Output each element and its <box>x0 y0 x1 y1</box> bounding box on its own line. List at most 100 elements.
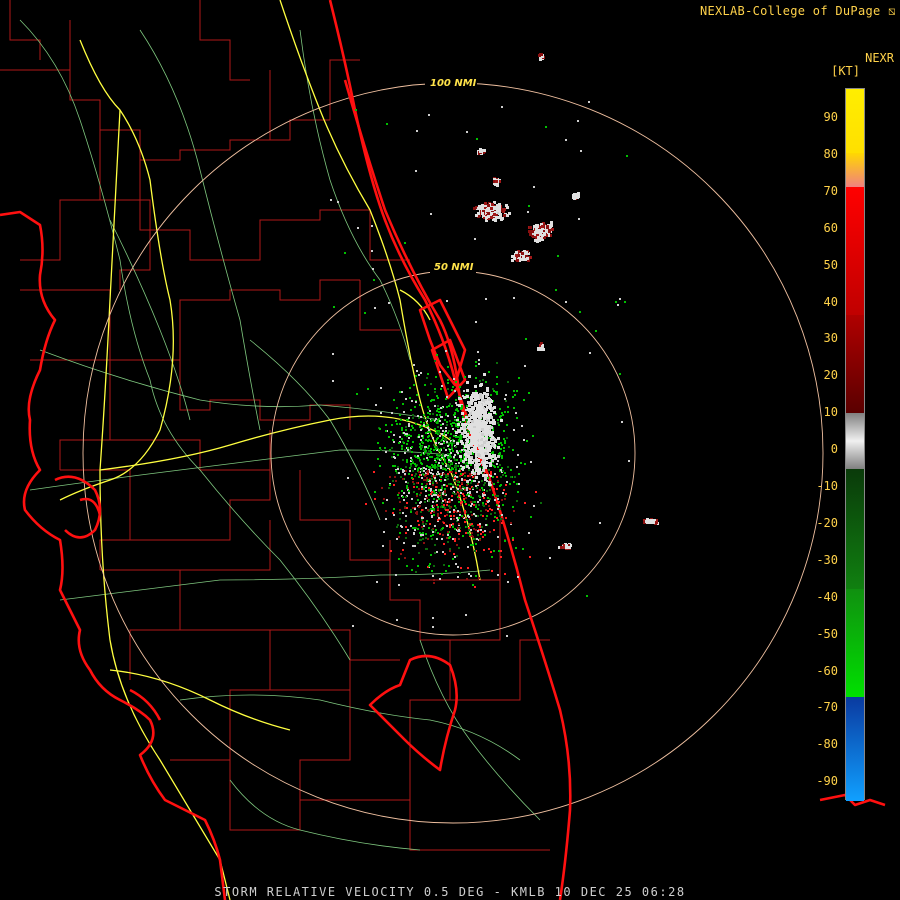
echo-pixel <box>414 406 416 408</box>
echo-pixel <box>400 525 402 527</box>
echo-pixel <box>452 386 454 388</box>
echo-pixel <box>422 532 424 534</box>
echo-pixel <box>457 488 459 490</box>
echo-pixel <box>408 473 410 475</box>
echo-pixel <box>430 213 432 215</box>
echo-pixel <box>403 411 405 413</box>
echo-pixel <box>428 114 430 116</box>
echo-pixel <box>437 515 439 517</box>
echo-pixel <box>470 494 472 496</box>
echo-pixel <box>497 422 499 424</box>
echo-pixel <box>491 203 494 206</box>
echo-pixel <box>498 501 500 503</box>
echo-pixel <box>443 457 445 459</box>
echo-pixel <box>439 435 441 437</box>
echo-pixel <box>462 466 465 469</box>
echo-pixel <box>479 150 482 153</box>
echo-pixel <box>469 452 472 455</box>
echo-pixel <box>434 552 436 554</box>
echo-pixel <box>435 440 437 442</box>
echo-pixel <box>422 517 424 519</box>
echo-pixel <box>477 524 479 526</box>
echo-pixel <box>405 466 407 468</box>
echo-pixel <box>487 215 490 218</box>
echo-pixel <box>530 461 532 463</box>
echo-pixel <box>481 444 484 447</box>
echo-pixel <box>493 483 495 485</box>
echo-pixel <box>458 495 460 497</box>
echo-pixel <box>468 529 470 531</box>
echo-pixel <box>427 424 429 426</box>
echo-pixel <box>455 425 457 427</box>
echo-pixel <box>499 464 501 466</box>
echo-pixel <box>377 458 379 460</box>
echo-pixel <box>399 423 401 425</box>
echo-pixel <box>461 405 463 407</box>
echo-pixel <box>477 453 480 456</box>
echo-pixel <box>447 382 449 384</box>
echo-pixel <box>407 440 409 442</box>
echo-pixel <box>410 409 412 411</box>
echo-pixel <box>421 425 423 427</box>
echo-pixel <box>446 441 448 443</box>
echo-pixel <box>443 442 445 444</box>
echo-pixel <box>499 508 501 510</box>
echo-pixel <box>469 488 471 490</box>
echo-pixel <box>501 522 503 524</box>
echo-pixel <box>425 523 427 525</box>
echo-pixel <box>470 496 472 498</box>
echo-pixel <box>491 455 494 458</box>
legend-tick-label: -90 <box>816 774 838 789</box>
echo-pixel <box>459 468 461 470</box>
echo-pixel <box>502 518 504 520</box>
echo-pixel <box>404 242 406 244</box>
legend-unit: [KT] <box>831 64 860 78</box>
echo-pixel <box>426 465 428 467</box>
echo-pixel <box>337 201 339 203</box>
echo-pixel <box>475 504 477 506</box>
echo-pixel <box>437 468 439 470</box>
echo-pixel <box>453 518 455 520</box>
echo-pixel <box>464 510 466 512</box>
echo-pixel <box>440 512 442 514</box>
echo-pixel <box>493 529 495 531</box>
echo-pixel <box>477 508 479 510</box>
echo-pixel <box>500 448 502 450</box>
echo-pixel <box>465 497 467 499</box>
echo-pixel <box>453 511 455 513</box>
echo-pixel <box>433 494 435 496</box>
echo-pixel <box>433 511 435 513</box>
echo-pixel <box>441 538 443 540</box>
echo-pixel <box>454 419 456 421</box>
echo-pixel <box>458 547 460 549</box>
echo-pixel <box>466 526 468 528</box>
echo-pixel <box>448 442 450 444</box>
echo-pixel <box>416 511 418 513</box>
echo-pixel <box>516 390 518 392</box>
echo-pixel <box>467 408 470 411</box>
echo-pixel <box>372 268 374 270</box>
echo-pixel <box>450 423 452 425</box>
echo-pixel <box>493 213 496 216</box>
echo-pixel <box>436 551 438 553</box>
echo-pixel <box>482 469 485 472</box>
echo-pixel <box>446 514 448 516</box>
echo-pixel <box>586 595 588 597</box>
echo-pixel <box>457 419 459 421</box>
echo-pixel <box>500 442 502 444</box>
echo-pixel <box>461 482 463 484</box>
echo-pixel <box>447 445 449 447</box>
echo-pixel <box>440 427 442 429</box>
echo-pixel <box>477 420 480 423</box>
echo-pixel <box>504 440 506 442</box>
echo-pixel <box>447 466 449 468</box>
echo-pixel <box>454 528 456 530</box>
echo-pixel <box>410 509 412 511</box>
radar-map[interactable]: 100 NMI 50 NMI <box>0 0 900 900</box>
echo-pixel <box>537 347 540 350</box>
echo-pixel <box>477 429 480 432</box>
echo-pixel <box>479 396 482 399</box>
echo-pixel <box>391 424 393 426</box>
echo-pixel <box>395 420 397 422</box>
echo-pixel <box>450 483 452 485</box>
